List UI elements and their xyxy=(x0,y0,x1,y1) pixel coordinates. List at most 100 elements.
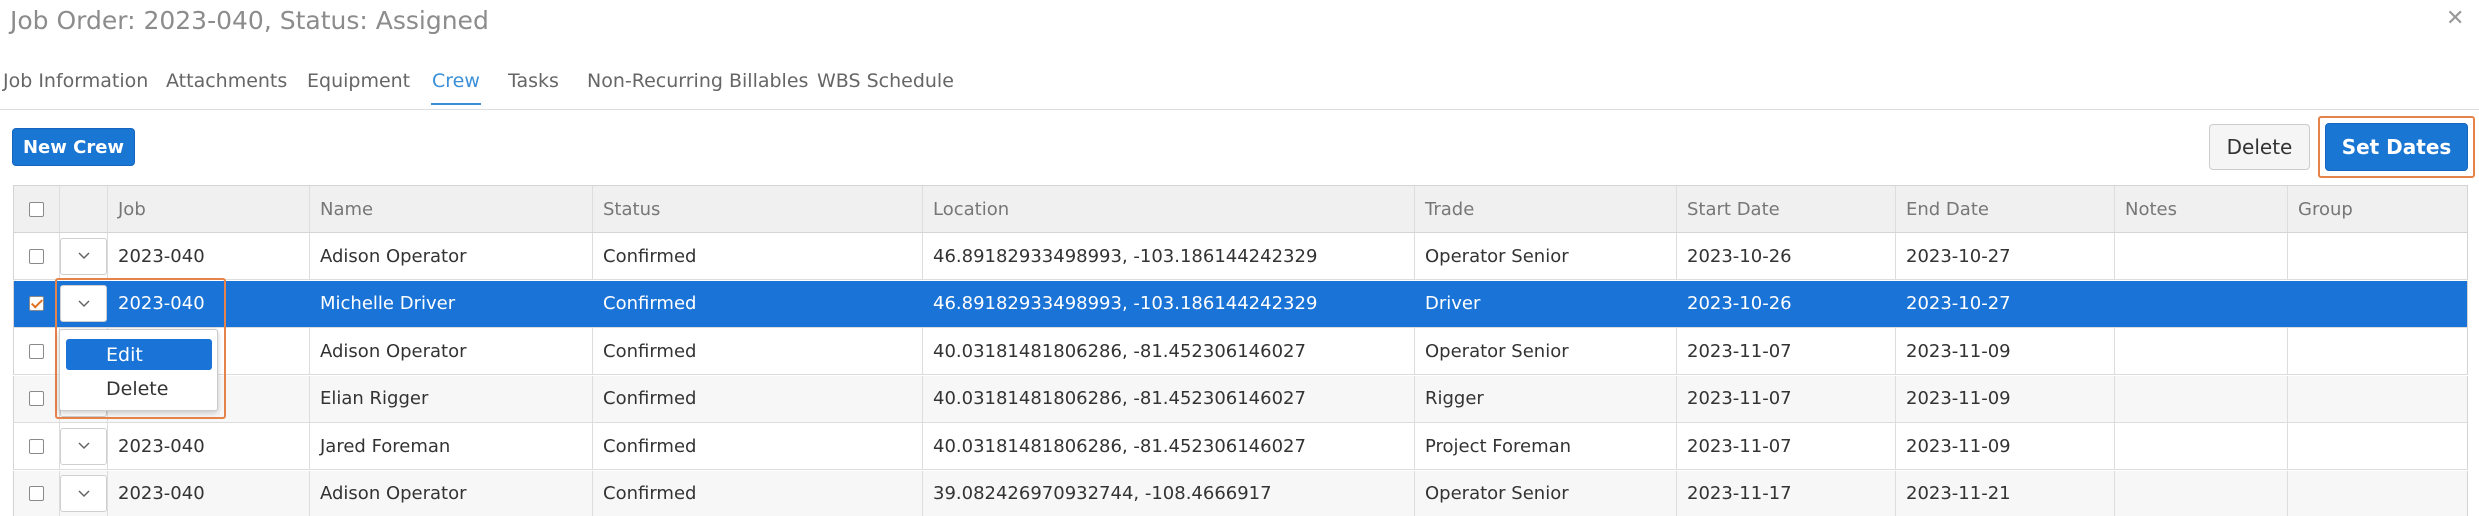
cell-notes xyxy=(2114,423,2287,469)
row-context-menu: Edit Delete xyxy=(59,329,218,411)
expand-column-header xyxy=(59,186,107,232)
close-icon[interactable]: ✕ xyxy=(2446,6,2464,31)
tab-crew[interactable]: Crew xyxy=(431,70,481,105)
tab-wbs-schedule[interactable]: WBS Schedule xyxy=(817,70,954,92)
table-row[interactable]: 2023-040 Michelle Driver Confirmed 46.89182… xyxy=(13,280,2468,328)
column-header-location[interactable]: Location xyxy=(922,186,1414,232)
row-checkbox[interactable] xyxy=(29,296,44,311)
row-select-cell xyxy=(14,376,59,422)
row-actions-button[interactable] xyxy=(60,475,107,512)
cell-location: 40.03181481806286, -81.452306146027 xyxy=(922,375,1414,422)
column-header-end-date[interactable]: End Date xyxy=(1895,186,2114,232)
row-checkbox[interactable] xyxy=(29,343,44,359)
table-row[interactable]: 2023-040Adison OperatorConfirmed40.03181… xyxy=(13,328,2468,375)
new-crew-button[interactable]: New Crew xyxy=(12,128,135,166)
cell-start-date: 2023-10-26 xyxy=(1676,280,1895,327)
cell-job: 2023-040 xyxy=(107,233,309,279)
cell-location: 40.03181481806286, -81.452306146027 xyxy=(922,328,1414,374)
cell-notes xyxy=(2114,280,2287,327)
cell-name: Adison Operator xyxy=(309,328,592,374)
cell-name: Adison Operator xyxy=(309,470,592,516)
cell-location: 46.89182933498993, -103.186144242329 xyxy=(922,233,1414,279)
chevron-down-icon xyxy=(77,442,90,450)
cell-end-date: 2023-11-09 xyxy=(1895,328,2114,374)
cell-end-date: 2023-11-09 xyxy=(1895,423,2114,469)
cell-trade: Operator Senior xyxy=(1414,328,1676,374)
cell-start-date: 2023-11-17 xyxy=(1676,470,1895,516)
row-actions-button[interactable] xyxy=(60,427,107,465)
cell-start-date: 2023-10-26 xyxy=(1676,233,1895,279)
cell-group xyxy=(2287,470,2468,516)
set-dates-button[interactable]: Set Dates xyxy=(2325,123,2468,171)
cell-status: Confirmed xyxy=(592,328,922,374)
cell-trade: Operator Senior xyxy=(1414,470,1676,516)
column-header-trade[interactable]: Trade xyxy=(1414,186,1676,232)
row-expand-cell xyxy=(59,470,107,516)
cell-group xyxy=(2287,280,2468,327)
cell-end-date: 2023-11-21 xyxy=(1895,470,2114,516)
cell-name: Elian Rigger xyxy=(309,375,592,422)
chevron-down-icon xyxy=(77,299,90,307)
table-row[interactable]: 2023-040 Adison Operator Confirmed 39.08242… xyxy=(13,470,2468,516)
cell-job: 2023-040 xyxy=(107,470,309,516)
tab-equipment[interactable]: Equipment xyxy=(307,70,410,92)
row-checkbox[interactable] xyxy=(29,438,44,454)
cell-notes xyxy=(2114,233,2287,279)
cell-trade: Operator Senior xyxy=(1414,233,1676,279)
column-header-notes[interactable]: Notes xyxy=(2114,186,2287,232)
table-row[interactable]: 2023-040 Jared Foreman Confirmed 40.0318148… xyxy=(13,423,2468,470)
cell-trade: Driver xyxy=(1414,280,1676,327)
tab-attachments[interactable]: Attachments xyxy=(166,70,287,92)
row-checkbox[interactable] xyxy=(29,391,44,406)
cell-name: Adison Operator xyxy=(309,233,592,279)
cell-notes xyxy=(2114,328,2287,374)
menu-item-edit[interactable]: Edit xyxy=(66,339,212,370)
cell-group xyxy=(2287,233,2468,279)
tab-bar: Job Information Attachments Equipment Cr… xyxy=(0,68,2479,110)
tab-job-information[interactable]: Job Information xyxy=(3,70,148,92)
cell-group xyxy=(2287,375,2468,422)
cell-location: 39.082426970932744, -108.4666917 xyxy=(922,470,1414,516)
column-header-name[interactable]: Name xyxy=(309,186,592,232)
cell-end-date: 2023-11-09 xyxy=(1895,375,2114,422)
row-actions-button[interactable] xyxy=(60,285,107,322)
cell-status: Confirmed xyxy=(592,423,922,469)
row-select-cell xyxy=(14,471,59,516)
cell-notes xyxy=(2114,375,2287,422)
row-select-cell xyxy=(14,281,59,327)
row-select-cell xyxy=(14,233,59,279)
tab-non-recurring-billables[interactable]: Non-Recurring Billables xyxy=(587,70,808,92)
column-header-status[interactable]: Status xyxy=(592,186,922,232)
delete-button[interactable]: Delete xyxy=(2209,124,2310,170)
row-checkbox[interactable] xyxy=(29,248,44,264)
cell-group xyxy=(2287,328,2468,374)
cell-end-date: 2023-10-27 xyxy=(1895,233,2114,279)
cell-status: Confirmed xyxy=(592,375,922,422)
chevron-down-icon xyxy=(77,252,90,260)
cell-location: 40.03181481806286, -81.452306146027 xyxy=(922,423,1414,469)
table-row[interactable]: 2023-040Elian RiggerConfirmed40.03181481… xyxy=(13,375,2468,423)
menu-item-delete[interactable]: Delete xyxy=(66,373,212,404)
cell-end-date: 2023-10-27 xyxy=(1895,280,2114,327)
table-row[interactable]: 2023-040 Adison Operator Confirmed 46.89182… xyxy=(13,233,2468,280)
cell-trade: Project Foreman xyxy=(1414,423,1676,469)
row-checkbox[interactable] xyxy=(29,486,44,501)
select-all-checkbox[interactable] xyxy=(29,201,44,217)
grid-header: Job Name Status Location Trade Start Dat… xyxy=(13,185,2468,233)
select-all-cell xyxy=(14,186,59,232)
page-title: Job Order: 2023-040, Status: Assigned xyxy=(10,6,489,35)
row-expand-cell xyxy=(59,280,107,327)
column-header-start-date[interactable]: Start Date xyxy=(1676,186,1895,232)
cell-status: Confirmed xyxy=(592,233,922,279)
column-header-group[interactable]: Group xyxy=(2287,186,2468,232)
column-header-job[interactable]: Job xyxy=(107,186,309,232)
tab-tasks[interactable]: Tasks xyxy=(508,70,559,92)
chevron-down-icon xyxy=(77,489,90,497)
row-expand-cell xyxy=(59,423,107,469)
cell-job: 2023-040 xyxy=(107,423,309,469)
cell-start-date: 2023-11-07 xyxy=(1676,328,1895,374)
row-actions-button[interactable] xyxy=(60,237,107,275)
cell-trade: Rigger xyxy=(1414,375,1676,422)
cell-status: Confirmed xyxy=(592,470,922,516)
cell-job: 2023-040 xyxy=(107,280,309,327)
